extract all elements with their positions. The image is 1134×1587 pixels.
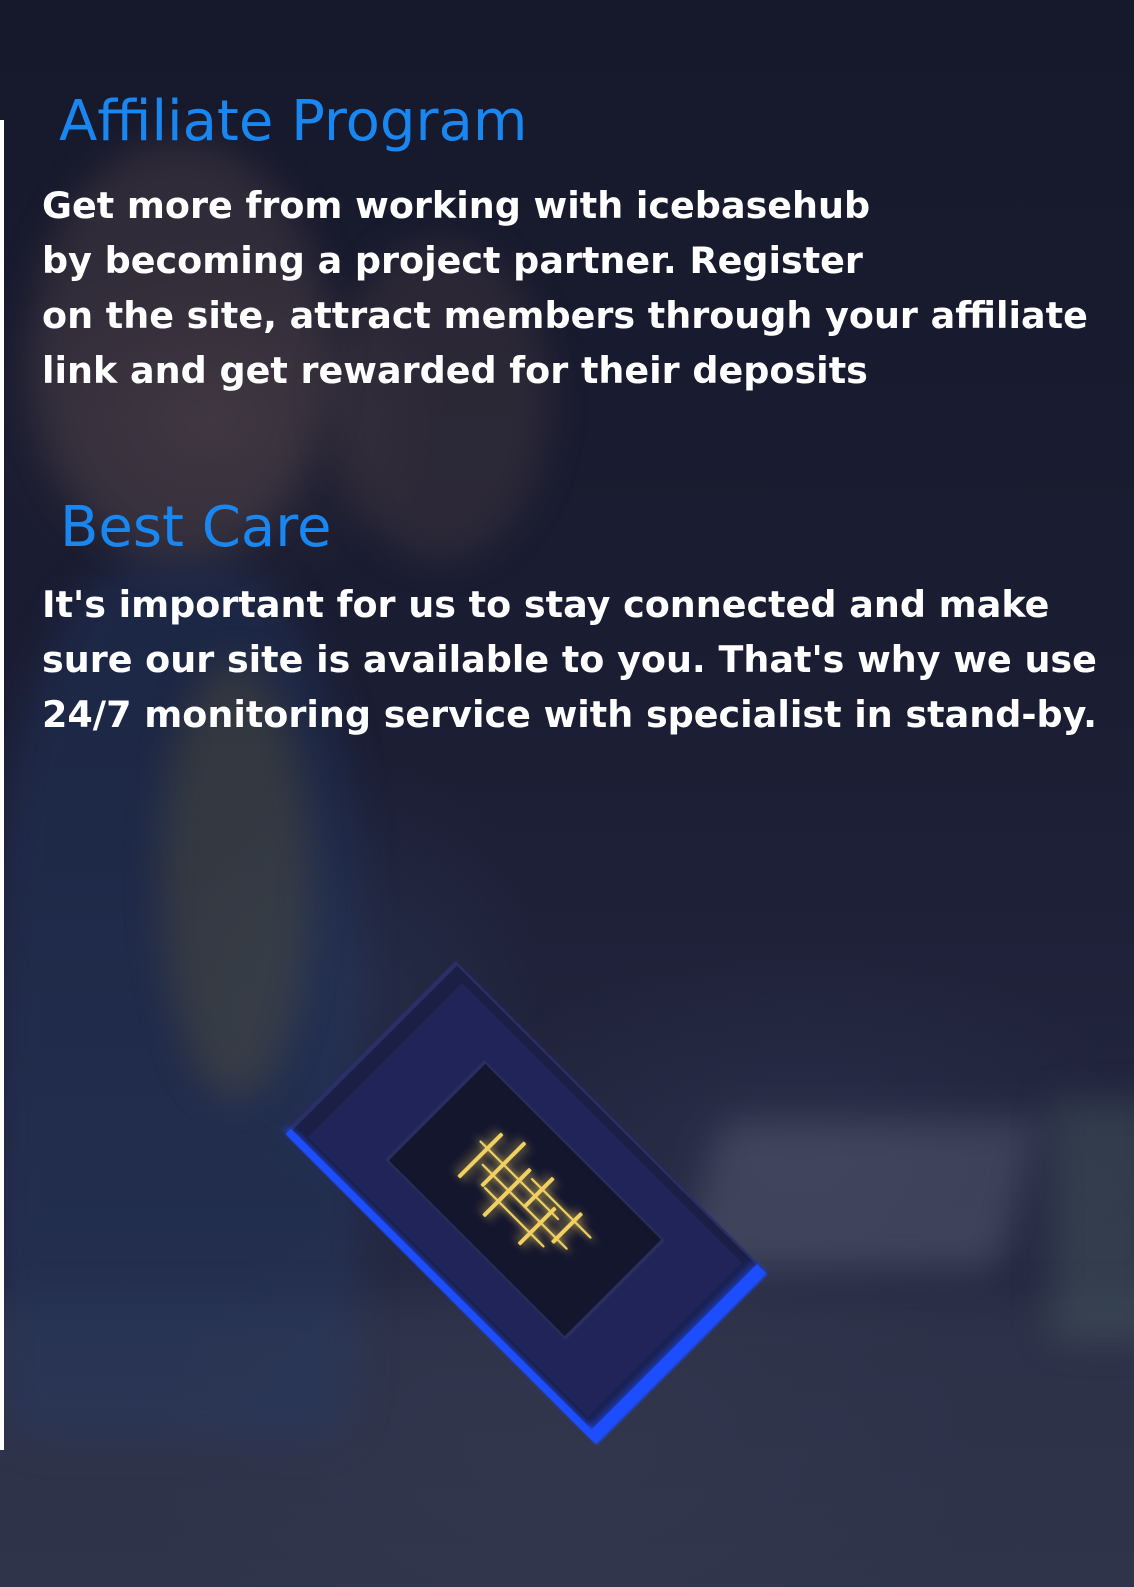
promo-page: Affiliate Program Get more from working …: [0, 0, 1134, 1587]
affiliate-line: link and get rewarded for their deposits: [42, 349, 868, 392]
affiliate-line: on the site, attract members through you…: [42, 294, 1088, 337]
background-plant-pot: [1050, 1100, 1134, 1340]
affiliate-program-description: Get more from working with icebasehub by…: [42, 178, 1088, 398]
care-line: sure our site is available to you. That'…: [42, 638, 1097, 681]
best-care-title: Best Care: [60, 495, 332, 560]
care-line: It's important for us to stay connected …: [42, 583, 1050, 626]
affiliate-line: Get more from working with icebasehub: [42, 184, 871, 227]
affiliate-line: by becoming a project partner. Register: [42, 239, 863, 282]
left-accent-line: [0, 120, 4, 1450]
affiliate-program-title: Affiliate Program: [59, 89, 528, 154]
best-care-description: It's important for us to stay connected …: [42, 577, 1097, 742]
care-line: 24/7 monitoring service with specialist …: [42, 693, 1097, 736]
